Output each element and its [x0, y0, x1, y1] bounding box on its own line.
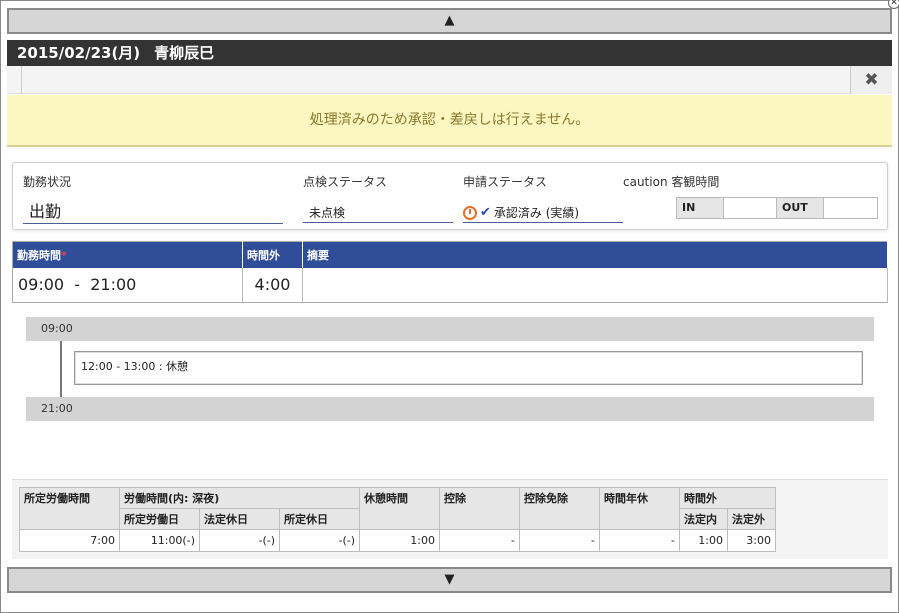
summary-header-row-1: 所定労働時間 労働時間(内: 深夜) 休憩時間 控除 控除免除 時間年休 時間外: [19, 487, 776, 530]
arrow-up-icon: ▲: [444, 13, 455, 28]
close-button[interactable]: ✖: [850, 66, 892, 94]
work-status-label: 勤務状況: [23, 175, 72, 189]
objective-time-label: caution 客観時間: [623, 175, 720, 189]
close-icon: ✖: [864, 70, 879, 90]
dialog-frame: ✕ ▲ 2015/02/23(月) 青柳辰巳 ✖ 処理済みのため承認・差戻しは行え…: [0, 0, 899, 613]
scheduled-hours-header: 所定労働時間: [19, 487, 120, 530]
timeline-start: 09:00: [26, 317, 874, 341]
break-time-header: 休憩時間: [359, 487, 440, 530]
application-status-field: 申請ステータス ✔ 承認済み (実績): [463, 173, 623, 223]
out-value: [822, 198, 877, 218]
dialog-toolbar: ✖: [7, 66, 892, 94]
approved-check-icon: ✔: [480, 205, 491, 220]
timeline-break-block[interactable]: 12:00 - 13:00 : 休憩: [74, 351, 863, 385]
check-status-label: 点検ステータス: [303, 175, 388, 189]
scheduled-day-header: 所定労働日: [119, 508, 200, 530]
deduction-exempt-header: 控除免除: [519, 487, 600, 530]
summary-value-row: 7:00 11:00(-) -(-) -(-) 1:00 - - - 1:00 …: [19, 529, 776, 552]
application-status-text: 承認済み (実績): [493, 206, 580, 220]
overtime-summary-header: 時間外: [679, 487, 776, 509]
work-time-row: 09:00 - 21:00 4:00: [12, 267, 888, 303]
required-mark: *: [61, 248, 67, 262]
overtime-value: 4:00: [242, 267, 303, 303]
work-time-table: 勤務時間* 時間外 摘要 09:00 - 21:00 4:00: [12, 241, 888, 303]
scroll-down-button[interactable]: ▼: [7, 567, 892, 593]
notice-message: 処理済みのため承認・差戻しは行えません。: [7, 95, 892, 147]
hourly-leave-header: 時間年休: [599, 487, 680, 530]
deduction-exempt-value: -: [519, 529, 600, 552]
ot-within-legal-value: 1:00: [679, 529, 728, 552]
legal-holiday-header: 法定休日: [199, 508, 280, 530]
clock-icon: [463, 205, 477, 220]
ot-beyond-legal-header: 法定外: [727, 508, 776, 530]
note-value[interactable]: [302, 267, 888, 303]
objective-time-field: caution 客観時間: [623, 173, 883, 190]
note-header: 摘要: [302, 241, 888, 268]
toolbar-divider: [21, 66, 22, 94]
summary-panel: 所定労働時間 労働時間(内: 深夜) 休憩時間 控除 控除免除 時間年休 時間外…: [12, 479, 888, 559]
work-time-header: 勤務時間*: [12, 241, 243, 268]
summary-table: 所定労働時間 労働時間(内: 深夜) 休憩時間 控除 控除免除 時間年休 時間外…: [19, 487, 776, 552]
scroll-up-button[interactable]: ▲: [7, 8, 892, 34]
break-time-value: 1:00: [359, 529, 440, 552]
timeline: 09:00 12:00 - 13:00 : 休憩 21:00: [26, 317, 874, 423]
dialog-title: 2015/02/23(月) 青柳辰巳: [7, 40, 892, 66]
application-status-label: 申請ステータス: [463, 175, 548, 189]
employee-name: 青柳辰巳: [154, 44, 215, 62]
in-out-box: IN OUT: [676, 197, 878, 219]
check-status-field: 点検ステータス 未点検: [303, 173, 453, 223]
worked-hours-header: 労働時間(内: 深夜): [119, 487, 360, 509]
date-label: 2015/02/23(月): [17, 44, 141, 62]
out-label: OUT: [777, 198, 823, 218]
work-status-value[interactable]: 出勤: [23, 198, 283, 224]
timeline-end: 21:00: [26, 397, 874, 421]
work-time-value[interactable]: 09:00 - 21:00: [12, 267, 243, 303]
application-status-value[interactable]: ✔ 承認済み (実績): [463, 204, 623, 223]
scheduled-holiday-header: 所定休日: [279, 508, 360, 530]
scheduled-hours-value: 7:00: [19, 529, 120, 552]
status-panel: 勤務状況 出勤 点検ステータス 未点検 申請ステータス ✔ 承認済み (実績) …: [12, 162, 888, 230]
in-label: IN: [677, 198, 723, 218]
overtime-header: 時間外: [242, 241, 303, 268]
scheduled-day-value: 11:00(-): [119, 529, 200, 552]
deduction-header: 控除: [439, 487, 520, 530]
work-time-header-row: 勤務時間* 時間外 摘要: [12, 241, 888, 268]
in-value: [722, 198, 777, 218]
arrow-down-icon: ▼: [444, 572, 455, 587]
legal-holiday-value: -(-): [199, 529, 280, 552]
hourly-leave-value: -: [599, 529, 680, 552]
timeline-line: [60, 341, 62, 397]
work-status-field: 勤務状況 出勤: [23, 173, 283, 224]
check-status-value: 未点検: [303, 204, 453, 223]
scheduled-holiday-value: -(-): [279, 529, 360, 552]
ot-within-legal-header: 法定内: [679, 508, 728, 530]
deduction-value: -: [439, 529, 520, 552]
ot-beyond-legal-value: 3:00: [727, 529, 776, 552]
